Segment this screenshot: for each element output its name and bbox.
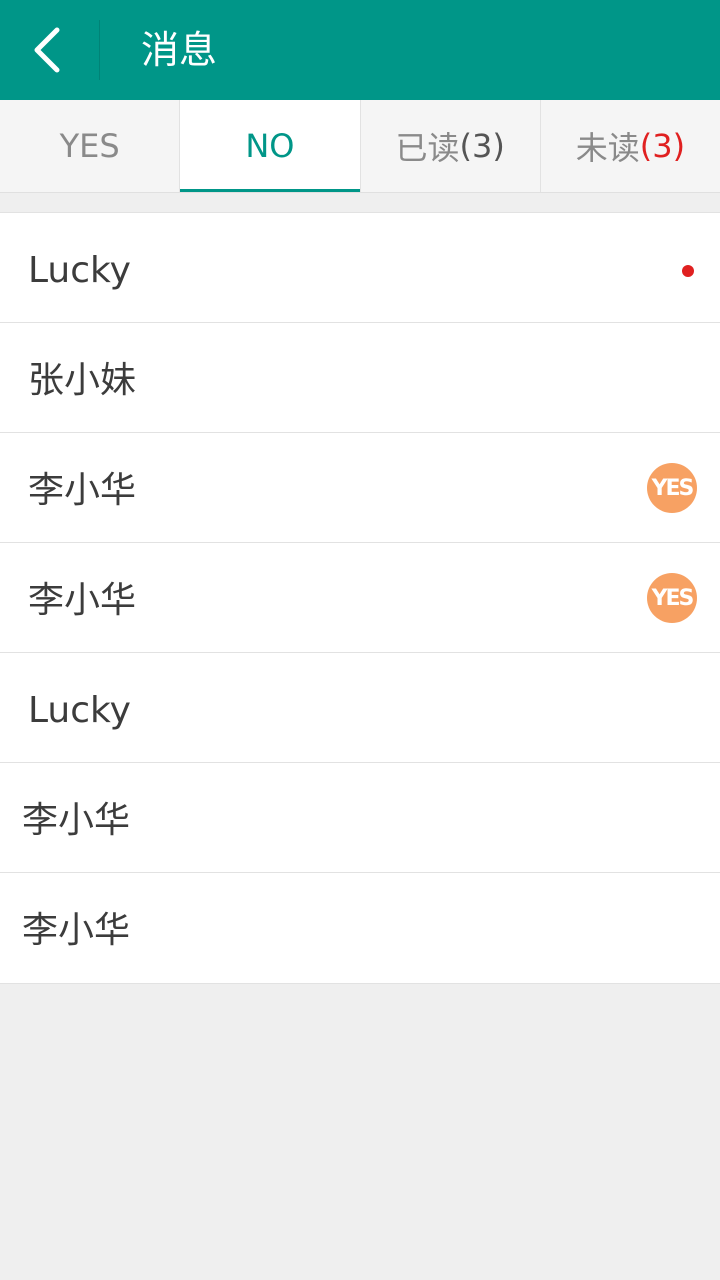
list-item[interactable]: Lucky bbox=[0, 213, 720, 323]
tab-label: 已读 bbox=[395, 129, 460, 167]
tab-label: NO bbox=[245, 127, 295, 165]
chevron-left-icon bbox=[34, 27, 60, 73]
list-item[interactable]: 李小华 bbox=[0, 763, 720, 873]
sender-name: 李小华 bbox=[22, 910, 131, 951]
sender-name: Lucky bbox=[28, 250, 131, 291]
header-divider bbox=[99, 20, 100, 80]
tab-unread[interactable]: 未读 (3) bbox=[541, 100, 720, 192]
sender-name: Lucky bbox=[28, 690, 131, 731]
sender-name: 李小华 bbox=[28, 470, 137, 511]
tab-count: (3) bbox=[459, 127, 505, 165]
sender-name: 张小妹 bbox=[28, 360, 137, 401]
list-item[interactable]: Lucky bbox=[0, 653, 720, 763]
list-item[interactable]: 李小华 bbox=[0, 873, 720, 983]
tab-bar: YES NO 已读 (3) 未读 (3) bbox=[0, 100, 720, 193]
list-item[interactable]: 李小华 YES bbox=[0, 543, 720, 653]
yes-badge: YES bbox=[647, 463, 697, 513]
tab-yes[interactable]: YES bbox=[0, 100, 181, 192]
page-title: 消息 bbox=[141, 28, 218, 72]
tab-label: YES bbox=[59, 127, 120, 165]
yes-badge: YES bbox=[647, 573, 697, 623]
sender-name: 李小华 bbox=[22, 800, 131, 841]
list-item[interactable]: 张小妹 bbox=[0, 323, 720, 433]
message-list: Lucky 张小妹 李小华 YES 李小华 YES Lucky 李小华 李小华 bbox=[0, 212, 720, 984]
app-header: 消息 bbox=[0, 0, 720, 100]
back-button[interactable] bbox=[24, 24, 68, 76]
list-item[interactable]: 李小华 YES bbox=[0, 433, 720, 543]
tab-no[interactable]: NO bbox=[180, 100, 361, 192]
tab-read[interactable]: 已读 (3) bbox=[361, 100, 541, 192]
sender-name: 李小华 bbox=[28, 580, 137, 621]
tab-count: (3) bbox=[639, 127, 686, 165]
unread-dot-icon bbox=[682, 265, 694, 277]
tab-label: 未读 bbox=[575, 129, 640, 167]
